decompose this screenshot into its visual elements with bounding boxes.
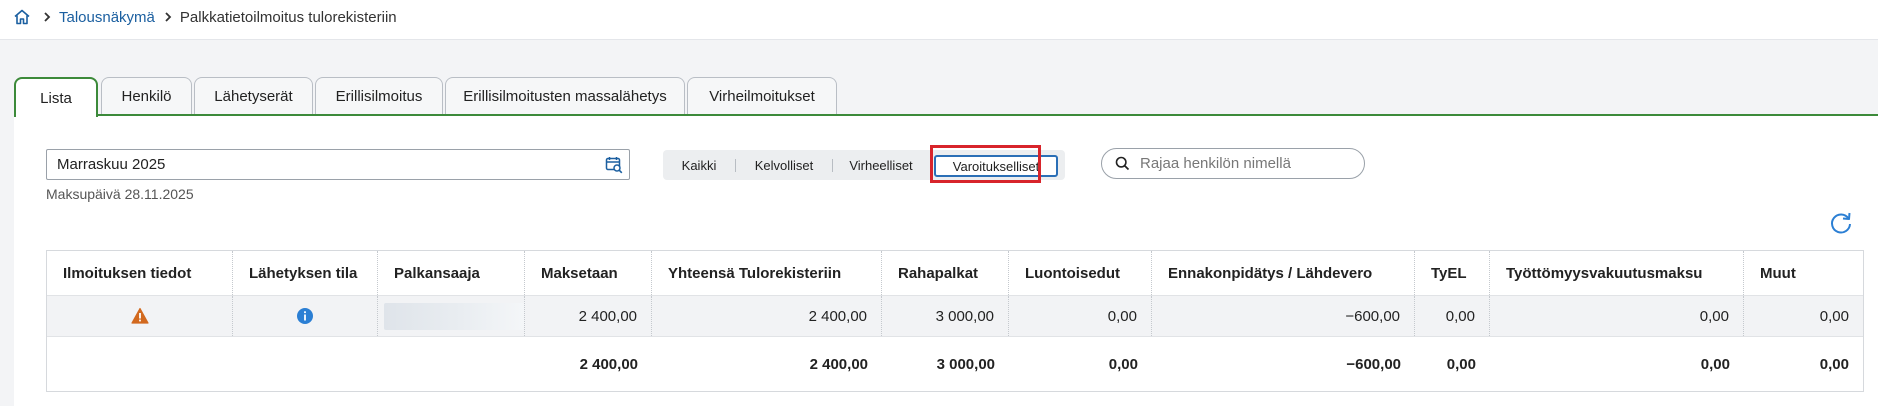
refresh-icon[interactable] <box>1828 210 1854 236</box>
cell-lahetyksen-tila <box>233 296 378 336</box>
total-tyel: 0,00 <box>1446 355 1476 373</box>
chevron-right-icon <box>165 12 172 22</box>
breadcrumb: Talousnäkymä Palkkatietoilmoitus tulorek… <box>13 7 397 27</box>
cell-muut: 0,00 <box>1819 307 1849 325</box>
header-ennakonpidatys[interactable]: Ennakonpidätys / Lähdevero <box>1152 251 1415 295</box>
header-rahapalkat[interactable]: Rahapalkat <box>882 251 1009 295</box>
table-header-row: Ilmoituksen tiedot Lähetyksen tila Palka… <box>47 251 1863 295</box>
header-tyel[interactable]: TyEL <box>1415 251 1490 295</box>
filter-virheelliset[interactable]: Virheelliset <box>833 150 929 180</box>
breadcrumb-link-talousnakyma[interactable]: Talousnäkymä <box>59 9 155 26</box>
total-maksetaan: 2 400,00 <box>579 355 638 373</box>
cell-palkansaaja <box>378 296 525 336</box>
filter-kaikki[interactable]: Kaikki <box>663 150 735 180</box>
cell-maksetaan: 2 400,00 <box>525 296 652 336</box>
chevron-right-icon <box>44 12 51 22</box>
cell-luontoisedut: 0,00 <box>1009 296 1152 336</box>
status-filter-group: Kaikki Kelvolliset Virheelliset Varoituk… <box>663 150 1065 180</box>
search-input[interactable] <box>1140 155 1340 172</box>
table-row[interactable]: 2 400,00 2 400,00 3 000,00 0,00 −600,00 … <box>47 295 1863 337</box>
period-select[interactable]: Marraskuu 2025 <box>46 149 630 180</box>
search-box <box>1101 148 1365 179</box>
total-yhteensa: 2 400,00 <box>809 355 868 373</box>
top-bar: Talousnäkymä Palkkatietoilmoitus tulorek… <box>0 0 1878 40</box>
breadcrumb-current: Palkkatietoilmoitus tulorekisteriin <box>179 8 397 26</box>
table-totals-row: 2 400,00 2 400,00 3 000,00 0,00 −600,00 … <box>47 337 1863 391</box>
header-yhteensa-tulorekisteriin[interactable]: Yhteensä Tulorekisteriin <box>652 251 882 295</box>
total-tyottomyysvakuutusmaksu: 0,00 <box>1700 355 1730 373</box>
header-maksetaan[interactable]: Maksetaan <box>525 251 652 295</box>
warning-icon[interactable] <box>130 307 149 325</box>
header-luontoisedut[interactable]: Luontoisedut <box>1009 251 1152 295</box>
main-panel: Marraskuu 2025 Maksupäivä 28.11.2025 Kai… <box>14 116 1878 406</box>
home-icon[interactable] <box>13 8 31 26</box>
header-palkansaaja[interactable]: Palkansaaja <box>378 251 525 295</box>
header-lahetyksen-tila[interactable]: Lähetyksen tila <box>233 251 378 295</box>
tab-virheilmoitukset[interactable]: Virheilmoitukset <box>687 77 837 115</box>
cell-yhteensa: 2 400,00 <box>652 296 882 336</box>
total-muut: 0,00 <box>1819 355 1849 373</box>
calendar-search-icon[interactable] <box>605 156 623 174</box>
cell-tyel: 0,00 <box>1415 296 1490 336</box>
cell-rahapalkat: 3 000,00 <box>882 296 1009 336</box>
tab-henkilo[interactable]: Henkilö <box>101 77 192 115</box>
payroll-table: Ilmoituksen tiedot Lähetyksen tila Palka… <box>46 250 1864 392</box>
cell-ennakonpidatys: −600,00 <box>1152 296 1415 336</box>
search-icon <box>1115 156 1130 171</box>
info-icon[interactable] <box>296 307 314 325</box>
period-value: Marraskuu 2025 <box>57 156 166 173</box>
tab-erillisilmoitusten-massalahetys[interactable]: Erillisilmoitusten massalähetys <box>445 77 685 115</box>
total-luontoisedut: 0,00 <box>1108 355 1138 373</box>
tab-bar: Lista Henkilö Lähetyserät Erillisilmoitu… <box>14 77 1878 117</box>
header-ilmoituksen-tiedot[interactable]: Ilmoituksen tiedot <box>47 251 233 295</box>
tab-lista[interactable]: Lista <box>14 77 98 117</box>
payee-name-redacted[interactable] <box>384 302 524 330</box>
filter-kelvolliset[interactable]: Kelvolliset <box>736 150 832 180</box>
tab-lahetyserat[interactable]: Lähetyserät <box>194 77 313 115</box>
total-ennakonpidatys: −600,00 <box>1346 355 1401 373</box>
header-tyottomyysvakuutusmaksu[interactable]: Työttömyysvakuutusmaksu <box>1490 251 1744 295</box>
cell-tyottomyysvakuutusmaksu: 0,00 <box>1490 296 1744 336</box>
total-rahapalkat: 3 000,00 <box>936 355 995 373</box>
filter-varoitukselliset[interactable]: Varoitukselliset <box>934 155 1058 177</box>
tab-erillisilmoitus[interactable]: Erillisilmoitus <box>315 77 443 115</box>
cell-ilmoituksen-tiedot <box>47 296 233 336</box>
payday-text: Maksupäivä 28.11.2025 <box>46 186 194 202</box>
header-muut[interactable]: Muut <box>1744 251 1863 295</box>
